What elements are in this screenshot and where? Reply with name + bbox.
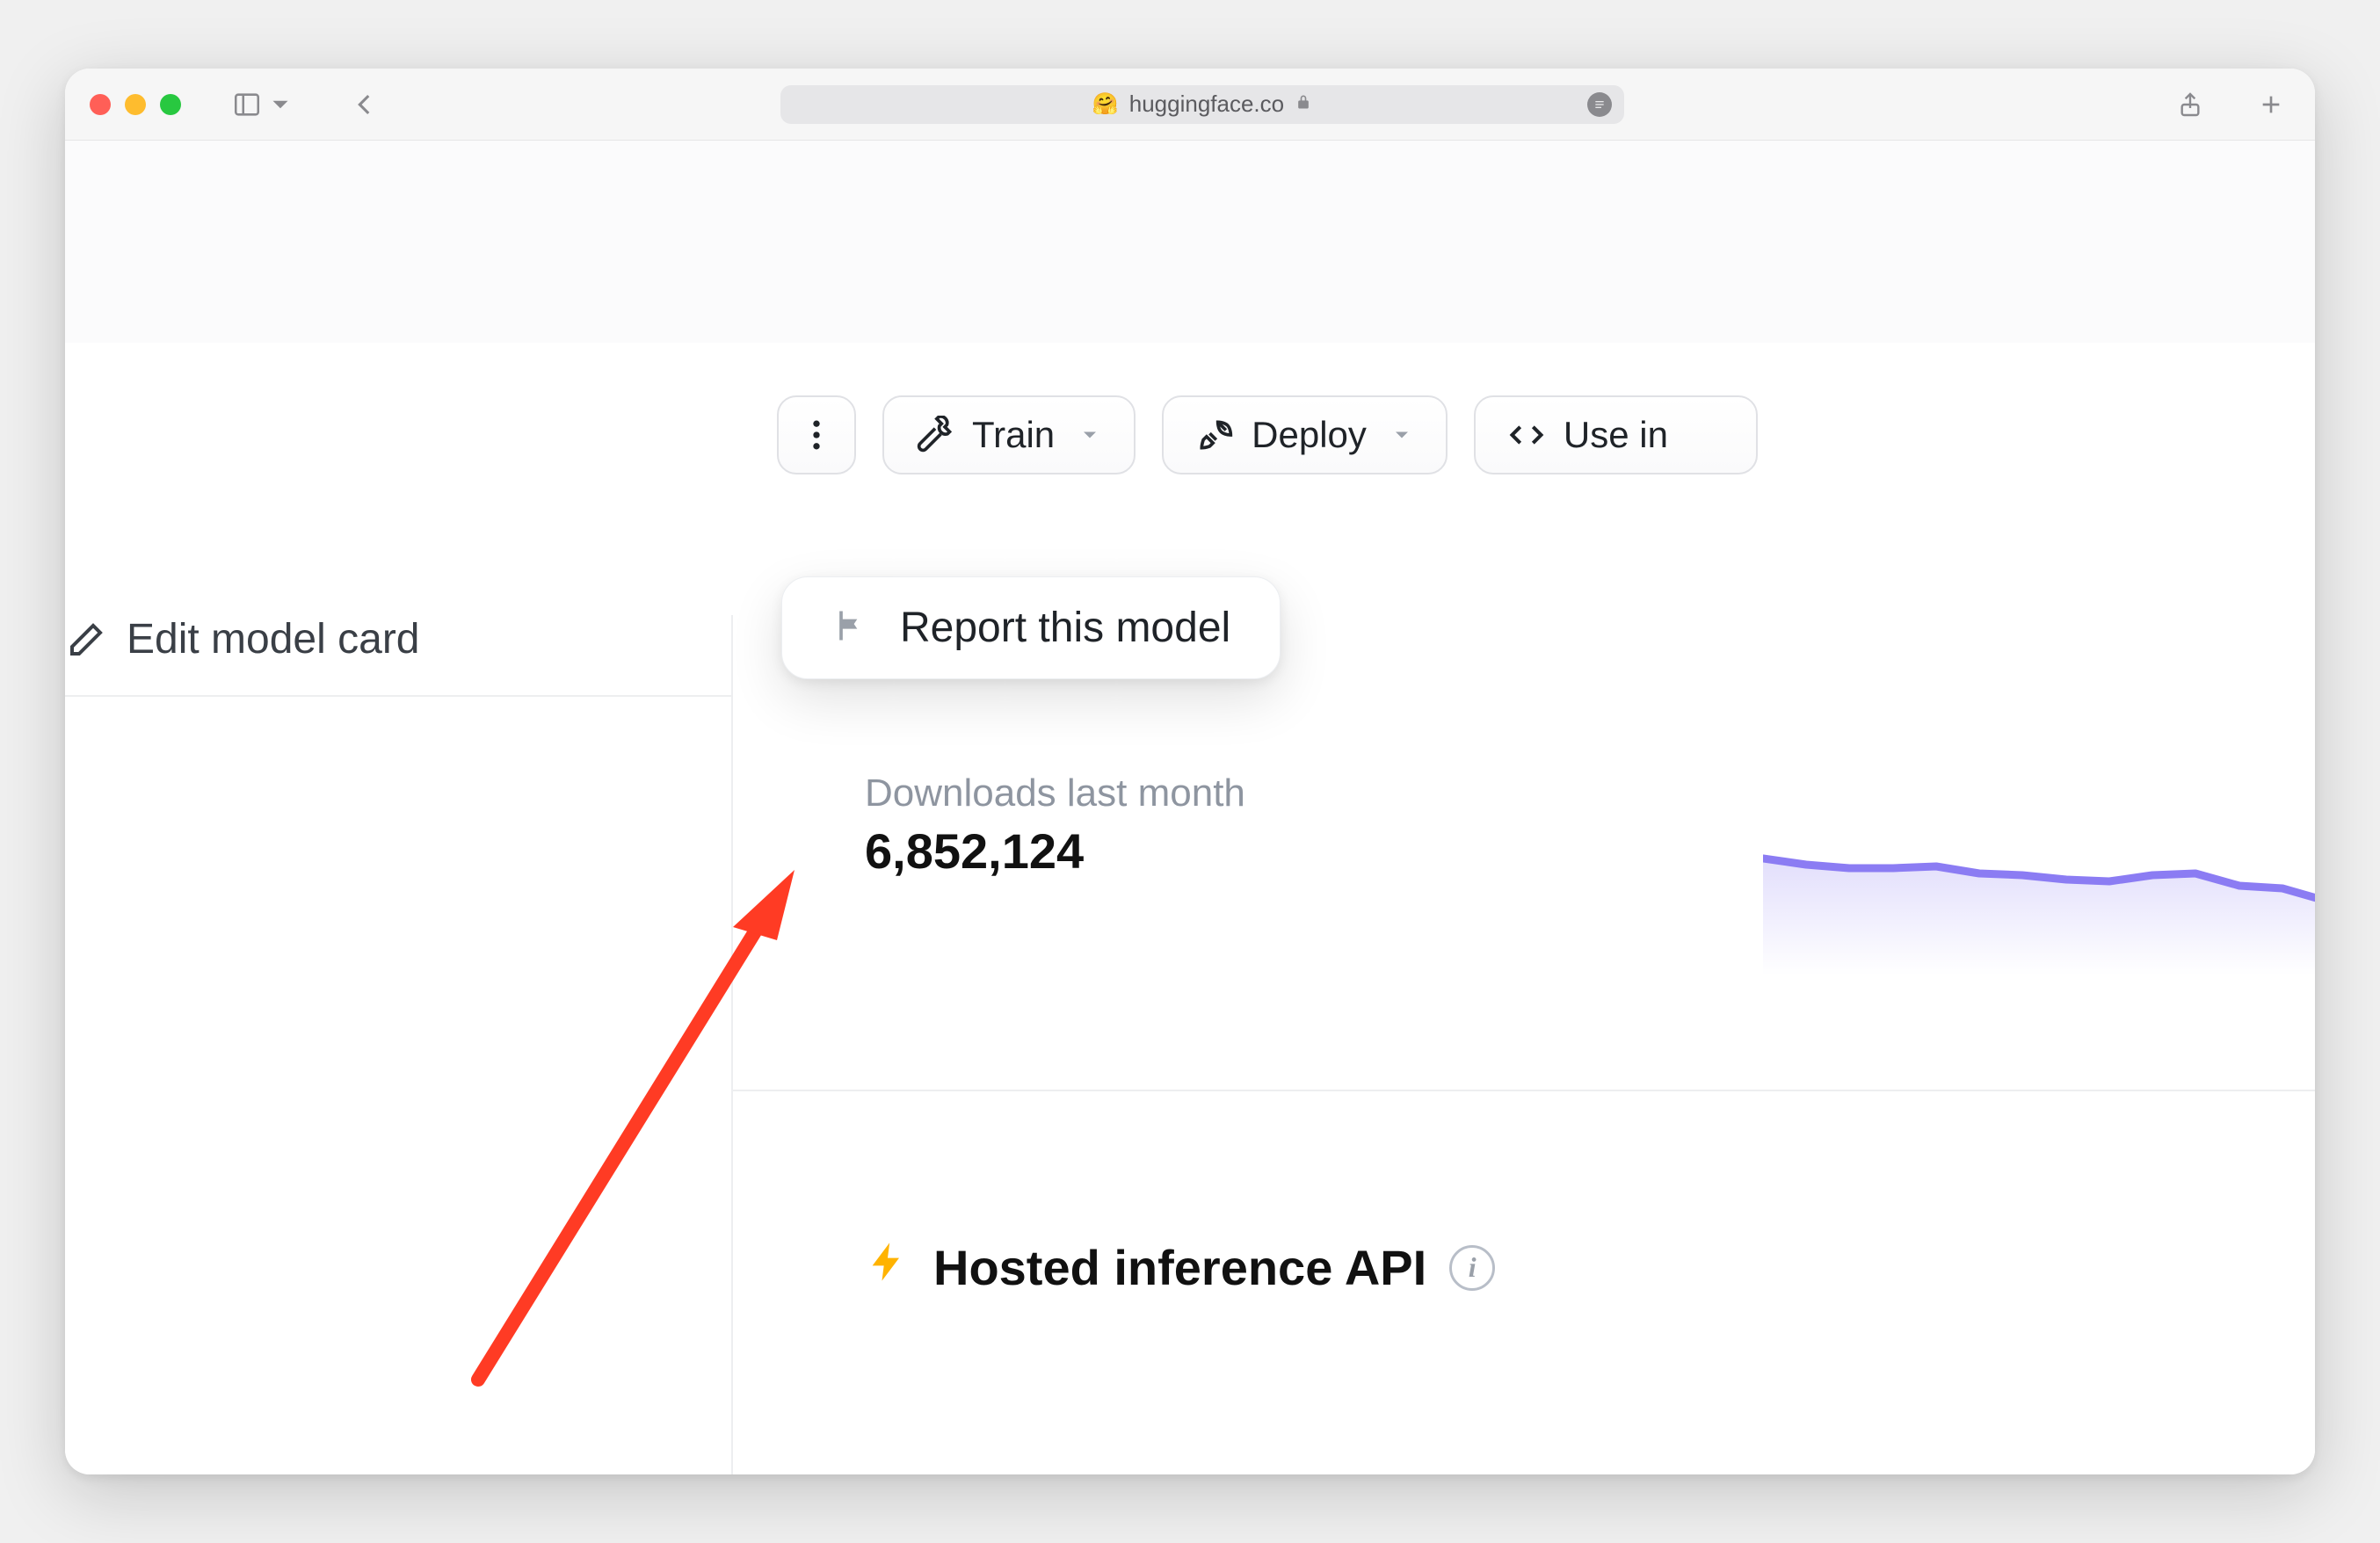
section-divider: [733, 1090, 2315, 1091]
use-in-label: Use in: [1564, 414, 1668, 456]
address-bar[interactable]: 🤗 huggingface.co: [780, 85, 1624, 124]
report-model-label: Report this model: [900, 604, 1230, 652]
minimize-window-icon[interactable]: [125, 94, 146, 115]
new-tab-button[interactable]: [2252, 87, 2290, 122]
deploy-label: Deploy: [1252, 414, 1367, 456]
train-label: Train: [972, 414, 1055, 456]
info-icon[interactable]: i: [1449, 1245, 1495, 1291]
back-button[interactable]: [345, 86, 385, 123]
more-menu-button[interactable]: [777, 395, 856, 474]
browser-window: 🤗 huggingface.co: [65, 69, 2315, 1474]
chevron-down-icon: [1390, 414, 1414, 456]
deploy-button[interactable]: Deploy: [1162, 395, 1448, 474]
site-favicon-icon: 🤗: [1092, 91, 1119, 117]
pencil-icon: [65, 619, 107, 661]
downloads-sparkline: [1763, 826, 2315, 975]
edit-model-card-label: Edit model card: [127, 615, 420, 663]
report-model-popover[interactable]: Report this model: [781, 576, 1281, 679]
lock-icon: [1295, 93, 1312, 116]
page-content: Train Deploy Use in: [65, 141, 2315, 1474]
traffic-lights: [90, 94, 181, 115]
sidebar-toggle-button[interactable]: [227, 86, 301, 123]
share-button[interactable]: [2171, 87, 2209, 122]
flag-icon: [831, 606, 870, 649]
use-in-button[interactable]: Use in: [1474, 395, 1758, 474]
fullscreen-window-icon[interactable]: [160, 94, 181, 115]
hosted-inference-section: Hosted inference API i: [865, 1239, 1495, 1296]
url-text: huggingface.co: [1129, 91, 1284, 118]
reader-mode-icon[interactable]: [1587, 92, 1612, 117]
downloads-value: 6,852,124: [865, 822, 1245, 880]
downloads-caption: Downloads last month: [865, 772, 1245, 815]
chevron-down-icon: [1078, 414, 1102, 456]
edit-model-card-link[interactable]: Edit model card: [65, 615, 731, 697]
model-actions-row: Train Deploy Use in: [777, 395, 1758, 474]
left-column: Edit model card: [65, 615, 733, 1474]
train-button[interactable]: Train: [882, 395, 1136, 474]
chevron-down-icon: [265, 90, 295, 120]
titlebar: 🤗 huggingface.co: [65, 69, 2315, 141]
downloads-stat: Downloads last month 6,852,124: [865, 772, 1245, 880]
code-icon: [1507, 416, 1546, 454]
close-window-icon[interactable]: [90, 94, 111, 115]
hosted-inference-title: Hosted inference API: [933, 1239, 1426, 1296]
dots-vertical-icon: [797, 416, 836, 454]
bolt-icon: [865, 1239, 911, 1296]
rocket-icon: [1195, 416, 1234, 454]
wrench-icon: [916, 416, 954, 454]
